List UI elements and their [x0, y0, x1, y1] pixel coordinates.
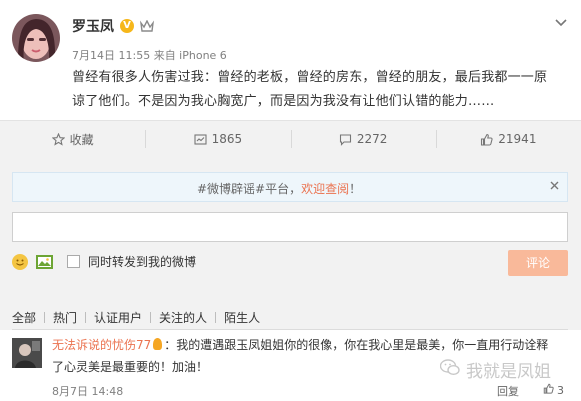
tab-verified-users[interactable]: 认证用户 — [86, 309, 150, 326]
comment-like-count: 3 — [557, 383, 564, 397]
commenter-name[interactable]: 无法诉说的忧伤77 — [52, 338, 151, 352]
image-icon[interactable] — [36, 254, 53, 269]
thumbs-up-icon — [543, 383, 554, 397]
notice-suffix: ！ — [349, 182, 362, 196]
post-content: 曾经有很多人伤害过我：曾经的老板，曾经的房东，曾经的朋友，最后我都一一原谅了他们… — [72, 70, 548, 109]
crown-icon — [139, 19, 155, 32]
repost-checkbox[interactable] — [67, 255, 80, 268]
close-icon[interactable] — [550, 179, 559, 193]
verified-badge-icon: V — [120, 19, 134, 33]
comment-input[interactable] — [12, 212, 568, 242]
tab-hot[interactable]: 热门 — [45, 309, 85, 326]
tab-strangers[interactable]: 陌生人 — [216, 309, 268, 326]
comment-tools: 同时转发到我的微博 — [12, 253, 196, 270]
star-icon — [51, 132, 65, 146]
notice-banner: #微博辟谣#平台，欢迎查阅！ — [12, 172, 568, 202]
tab-following[interactable]: 关注的人 — [151, 309, 215, 326]
author-name-row: 罗玉凤 V — [72, 16, 155, 36]
like-count: 21941 — [498, 132, 537, 146]
comment-button[interactable]: 2272 — [290, 121, 436, 157]
action-bar: 收藏 1865 2272 21941 — [0, 120, 581, 158]
repost-checkbox-label: 同时转发到我的微博 — [88, 255, 197, 269]
repost-icon — [194, 133, 207, 146]
weibo-post: 罗玉凤 V 7月14日 11:55 来自 iPhone 6 曾经有很多人伤害过我… — [0, 0, 581, 120]
reply-button[interactable]: 回复 — [497, 383, 519, 399]
favorite-label: 收藏 — [69, 132, 94, 147]
commenter-avatar[interactable] — [12, 338, 42, 368]
notice-text: #微博辟谣#平台，欢迎查阅！ — [197, 180, 361, 197]
author-avatar[interactable] — [12, 14, 60, 62]
author-name[interactable]: 罗玉凤 — [72, 16, 114, 36]
post-meta: 7月14日 11:55 来自 iPhone 6 — [72, 49, 227, 62]
comment-count: 2272 — [356, 132, 388, 146]
thumbs-up-icon — [480, 133, 493, 146]
like-button[interactable]: 21941 — [435, 121, 581, 157]
comment-icon — [339, 133, 352, 146]
post-menu-chevron-icon[interactable] — [555, 16, 567, 30]
tab-all[interactable]: 全部 — [12, 309, 44, 326]
comment-area: #微博辟谣#平台，欢迎查阅！ 同时转发到我的微博 评论 全部 热门 认证用户 关… — [0, 157, 581, 401]
watermark-text: 我就是凤姐 — [466, 362, 551, 382]
notice-link[interactable]: 欢迎查阅 — [301, 182, 349, 196]
comment-filter-tabs: 全部 热门 认证用户 关注的人 陌生人 — [12, 309, 268, 326]
comment-like-button[interactable]: 3 — [543, 383, 564, 397]
favorite-button[interactable]: 收藏 — [0, 121, 145, 157]
notice-prefix: #微博辟谣#平台， — [197, 182, 302, 196]
repost-button[interactable]: 1865 — [145, 121, 290, 157]
emoji-icon[interactable] — [12, 253, 28, 270]
member-bulb-icon — [153, 338, 163, 350]
comment-time: 8月7日 14:48 — [52, 385, 124, 398]
watermark: 我就是凤姐 — [439, 357, 551, 382]
wechat-icon — [439, 358, 460, 381]
submit-comment-button[interactable]: 评论 — [508, 250, 568, 276]
repost-count: 1865 — [211, 132, 243, 146]
